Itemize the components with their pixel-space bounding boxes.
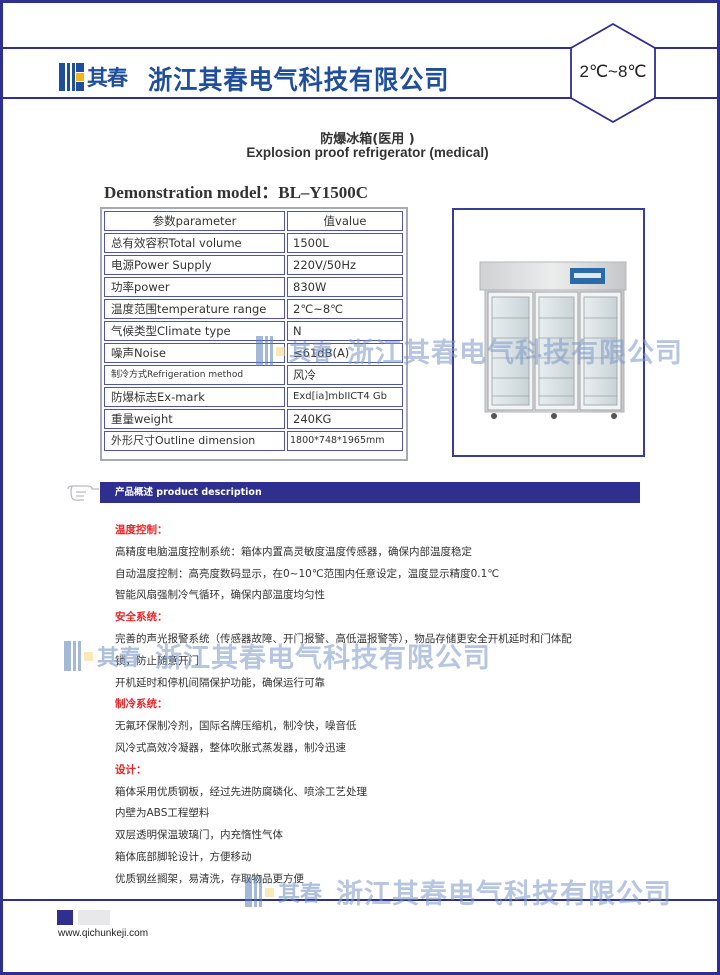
product-title-en: Explosion proof refrigerator (medical) — [246, 145, 489, 160]
section-heading: 制冷系统： — [115, 698, 168, 711]
param-cell: 制冷方式Refrigeration method — [104, 365, 285, 385]
table-row: 总有效容积Total volume 1500L — [104, 233, 404, 253]
value-cell: Exd[ia]mbIICT4 Gb — [287, 387, 403, 407]
param-cell: 功率power — [104, 277, 285, 297]
param-cell: 噪声Noise — [104, 343, 285, 363]
param-cell: 总有效容积Total volume — [104, 233, 285, 253]
value-cell: 风冷 — [287, 365, 403, 385]
product-description-bar: 产品概述 product description — [100, 482, 640, 503]
table-row: 重量weight 240KG — [104, 409, 404, 429]
description-line: 优质钢丝搁架，易清洗，存取物品更方便 — [115, 872, 304, 885]
description-line: 箱体采用优质钢板，经过先进防腐磷化、喷涂工艺处理 — [115, 785, 367, 798]
header-parameter: 参数parameter — [104, 211, 285, 231]
product-image-frame — [452, 208, 645, 457]
door-left — [487, 291, 534, 411]
footer-accent-bar — [78, 910, 110, 925]
value-cell: 220V/50Hz — [287, 255, 403, 275]
door-middle — [534, 291, 579, 411]
footer-accent-square — [57, 910, 73, 925]
table-row: 气候类型Climate type N — [104, 321, 404, 341]
logo-brand-text: 其春 — [87, 66, 128, 90]
description-line: 自动温度控制：高亮度数码显示，在0~10℃范围内任意设定，温度显示精度0.1℃ — [115, 567, 500, 580]
param-cell: 电源Power Supply — [104, 255, 285, 275]
wheels — [491, 413, 617, 419]
description-line: 开机延时和停机间隔保护功能，确保运行可靠 — [115, 676, 325, 689]
param-cell: 重量weight — [104, 409, 285, 429]
product-description: 温度控制： 高精度电脑温度控制系统：箱体内置高灵敏度温度传感器，确保内部温度稳定… — [115, 520, 635, 891]
table-row: 温度范围temperature range 2℃~8℃ — [104, 299, 404, 319]
value-cell: 240KG — [287, 409, 403, 429]
section-heading: 安全系统： — [115, 611, 168, 624]
param-cell: 防爆标志Ex-mark — [104, 387, 285, 407]
table-row: 防爆标志Ex-mark Exd[ia]mbIICT4 Gb — [104, 387, 404, 407]
value-cell: 830W — [287, 277, 403, 297]
refrigerator-image — [479, 261, 627, 419]
section-heading: 温度控制： — [115, 524, 168, 536]
param-cell: 温度范围temperature range — [104, 299, 285, 319]
table-row: 功率power 830W — [104, 277, 404, 297]
description-line: 内壁为ABS工程塑料 — [115, 807, 210, 820]
model-line: Demonstration model：BL–Y1500C — [104, 183, 368, 202]
temperature-range-badge: 2℃~8℃ — [579, 62, 647, 81]
description-line: 箱体底部脚轮设计，方便移动 — [115, 850, 252, 863]
table-row: 制冷方式Refrigeration method 风冷 — [104, 365, 404, 385]
door-right — [579, 291, 622, 411]
value-cell: 1500L — [287, 233, 403, 253]
value-cell: 1800*748*1965mm — [287, 431, 403, 451]
value-cell: N — [287, 321, 403, 341]
company-logo: 其春 — [59, 62, 128, 92]
description-line: 风冷式高效冷凝器，整体吹胀式蒸发器，制冷迅速 — [115, 741, 346, 754]
footer-rule — [3, 899, 717, 901]
description-line: 智能风扇强制冷气循环，确保内部温度均匀性 — [115, 589, 325, 602]
param-cell: 气候类型Climate type — [104, 321, 285, 341]
description-line: 无氟环保制冷剂，国际名牌压缩机，制冷快，噪音低 — [115, 720, 357, 733]
header-value: 值value — [287, 211, 403, 231]
description-line: 高精度电脑温度控制系统：箱体内置高灵敏度温度传感器，确保内部温度稳定 — [115, 545, 472, 558]
table-row: 电源Power Supply 220V/50Hz — [104, 255, 404, 275]
website-link[interactable]: www.qichunkeji.com — [58, 928, 148, 939]
description-line: 锁，防止随意开门 — [115, 654, 199, 667]
table-row: 外形尺寸Outline dimension 1800*748*1965mm — [104, 431, 404, 451]
logo-mark-icon — [59, 63, 84, 91]
spec-table: 参数parameter 值value 总有效容积Total volume 1500… — [100, 207, 408, 461]
company-name: 浙江其春电气科技有限公司 — [148, 66, 450, 96]
value-cell: 2℃~8℃ — [287, 299, 403, 319]
description-line: 双层透明保温玻璃门，内充惰性气体 — [115, 829, 283, 842]
param-cell: 外形尺寸Outline dimension — [104, 431, 285, 451]
spec-table-header: 参数parameter 值value — [104, 211, 404, 231]
pointing-hand-icon — [67, 485, 99, 501]
value-cell: ≤61dB(A) — [287, 343, 403, 363]
section-heading: 设计： — [115, 763, 147, 776]
description-line: 完善的声光报警系统（传感器故障、开门报警、高低温报警等），物品存储更安全开机延时… — [115, 632, 572, 645]
table-row: 噪声Noise ≤61dB(A) — [104, 343, 404, 363]
